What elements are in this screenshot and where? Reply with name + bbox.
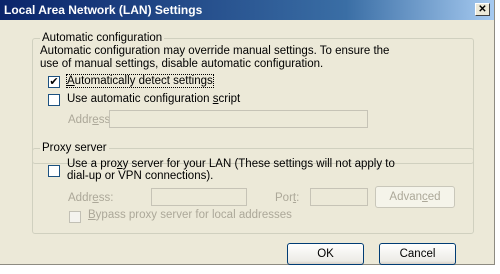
- proxy-address-label: Address:: [68, 192, 113, 204]
- cancel-button[interactable]: Cancel: [379, 243, 456, 265]
- label-part: Use automatic configuration: [67, 93, 213, 105]
- proxy-address-input[interactable]: [151, 188, 247, 206]
- ok-button[interactable]: OK: [287, 243, 364, 265]
- proxy-port-label: Port:: [275, 192, 299, 204]
- mnemonic-key: B: [88, 209, 96, 221]
- label-part: Use a pro: [67, 158, 117, 170]
- close-button[interactable]: ✕: [475, 3, 490, 16]
- label-part: utomatically detect settings: [74, 75, 213, 87]
- dialog-title: Local Area Network (LAN) Settings: [4, 3, 203, 17]
- use-proxy-checkbox[interactable]: [48, 165, 60, 177]
- script-address-label: Address: [68, 114, 110, 126]
- checkmark-icon: ✔: [49, 75, 59, 88]
- label-part: Por: [275, 192, 293, 204]
- label-part: cript: [218, 93, 241, 105]
- use-auto-config-script-label[interactable]: Use automatic configuration script: [67, 93, 240, 105]
- proxy-server-legend: Proxy server: [40, 142, 109, 154]
- mnemonic-key: A: [67, 75, 75, 87]
- use-proxy-label-line2[interactable]: dial-up or VPN connections).: [67, 170, 213, 182]
- script-address-input[interactable]: [109, 110, 368, 128]
- advanced-button[interactable]: Advan c ed: [375, 186, 455, 208]
- proxy-port-input[interactable]: [310, 188, 368, 206]
- label-part: Addr: [68, 192, 93, 204]
- ok-button-label: OK: [317, 248, 334, 260]
- bypass-local-label[interactable]: Bypass proxy server for local addresses: [88, 209, 292, 221]
- auto-config-description-line1: Automatic configuration may override man…: [40, 45, 390, 57]
- use-auto-config-script-checkbox[interactable]: [48, 94, 60, 106]
- label-part: :: [296, 192, 300, 204]
- label-part: Advan: [389, 191, 423, 203]
- label-part: ypass proxy server for local addresses: [95, 209, 292, 221]
- use-proxy-label-line1[interactable]: Use a proxy server for your LAN (These s…: [67, 158, 395, 170]
- close-icon: ✕: [478, 3, 487, 15]
- label-part: y server for your LAN (These settings wi…: [122, 158, 395, 170]
- label-part: Addr: [68, 114, 93, 126]
- cancel-button-label: Cancel: [399, 248, 436, 260]
- label-part: ed: [427, 191, 441, 203]
- label-part: ss:: [98, 192, 114, 204]
- auto-detect-checkbox[interactable]: ✔: [48, 76, 60, 88]
- auto-detect-label[interactable]: Automatically detect settings: [66, 74, 214, 88]
- lan-settings-dialog: Local Area Network (LAN) Settings ✕ Auto…: [0, 0, 495, 265]
- automatic-configuration-legend: Automatic configuration: [40, 32, 165, 44]
- title-bar[interactable]: Local Area Network (LAN) Settings ✕: [0, 0, 494, 20]
- auto-config-description-line2: use of manual settings, disable automati…: [40, 58, 324, 70]
- bypass-local-checkbox[interactable]: [69, 211, 81, 223]
